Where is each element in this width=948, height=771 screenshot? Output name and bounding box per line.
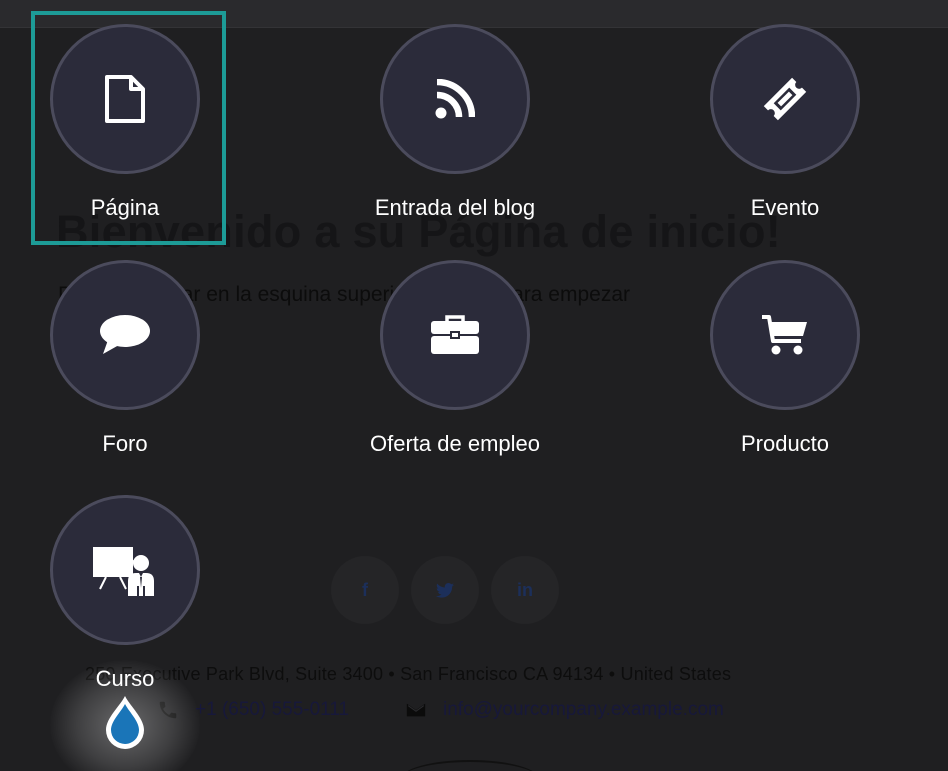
content-type-circle[interactable] (710, 24, 860, 174)
decorative-arc (400, 760, 540, 771)
facebook-link[interactable]: f (331, 556, 399, 624)
content-type-forum[interactable]: Foro (10, 260, 240, 460)
content-type-product[interactable]: Producto (670, 260, 900, 460)
content-type-circle[interactable] (710, 260, 860, 410)
linkedin-icon: in (517, 579, 533, 600)
envelope-icon (406, 703, 426, 717)
content-type-label: Producto (740, 431, 830, 456)
chat-bubble-icon (100, 315, 150, 354)
content-type-blog-post[interactable]: Entrada del blog (340, 24, 570, 224)
rss-icon (435, 79, 475, 119)
ticket-icon (763, 77, 807, 121)
content-type-circle[interactable] (50, 495, 200, 645)
twitter-icon (436, 582, 454, 598)
content-type-label: Foro (102, 431, 148, 456)
content-type-label: Evento (750, 195, 820, 220)
content-type-job-offer[interactable]: Oferta de empleo (340, 260, 570, 460)
content-type-circle[interactable] (380, 24, 530, 174)
content-type-label: Oferta de empleo (370, 431, 540, 456)
content-type-event[interactable]: Evento (670, 24, 900, 224)
cart-icon (762, 315, 807, 355)
phone-number: +1 (650) 555-0111 (195, 699, 350, 720)
facebook-icon: f (362, 579, 368, 600)
content-type-circle[interactable] (380, 260, 530, 410)
email-contact[interactable]: info@yourcompany.example.com (405, 699, 724, 721)
selection-focus-outline (31, 11, 226, 245)
presentation-icon (93, 547, 154, 596)
twitter-link[interactable] (411, 556, 479, 624)
droplet-icon[interactable] (103, 694, 147, 750)
briefcase-icon (431, 315, 479, 354)
email-address: info@yourcompany.example.com (443, 699, 724, 720)
content-type-label: Entrada del blog (374, 195, 536, 220)
linkedin-link[interactable]: in (491, 556, 559, 624)
content-type-circle[interactable] (50, 260, 200, 410)
